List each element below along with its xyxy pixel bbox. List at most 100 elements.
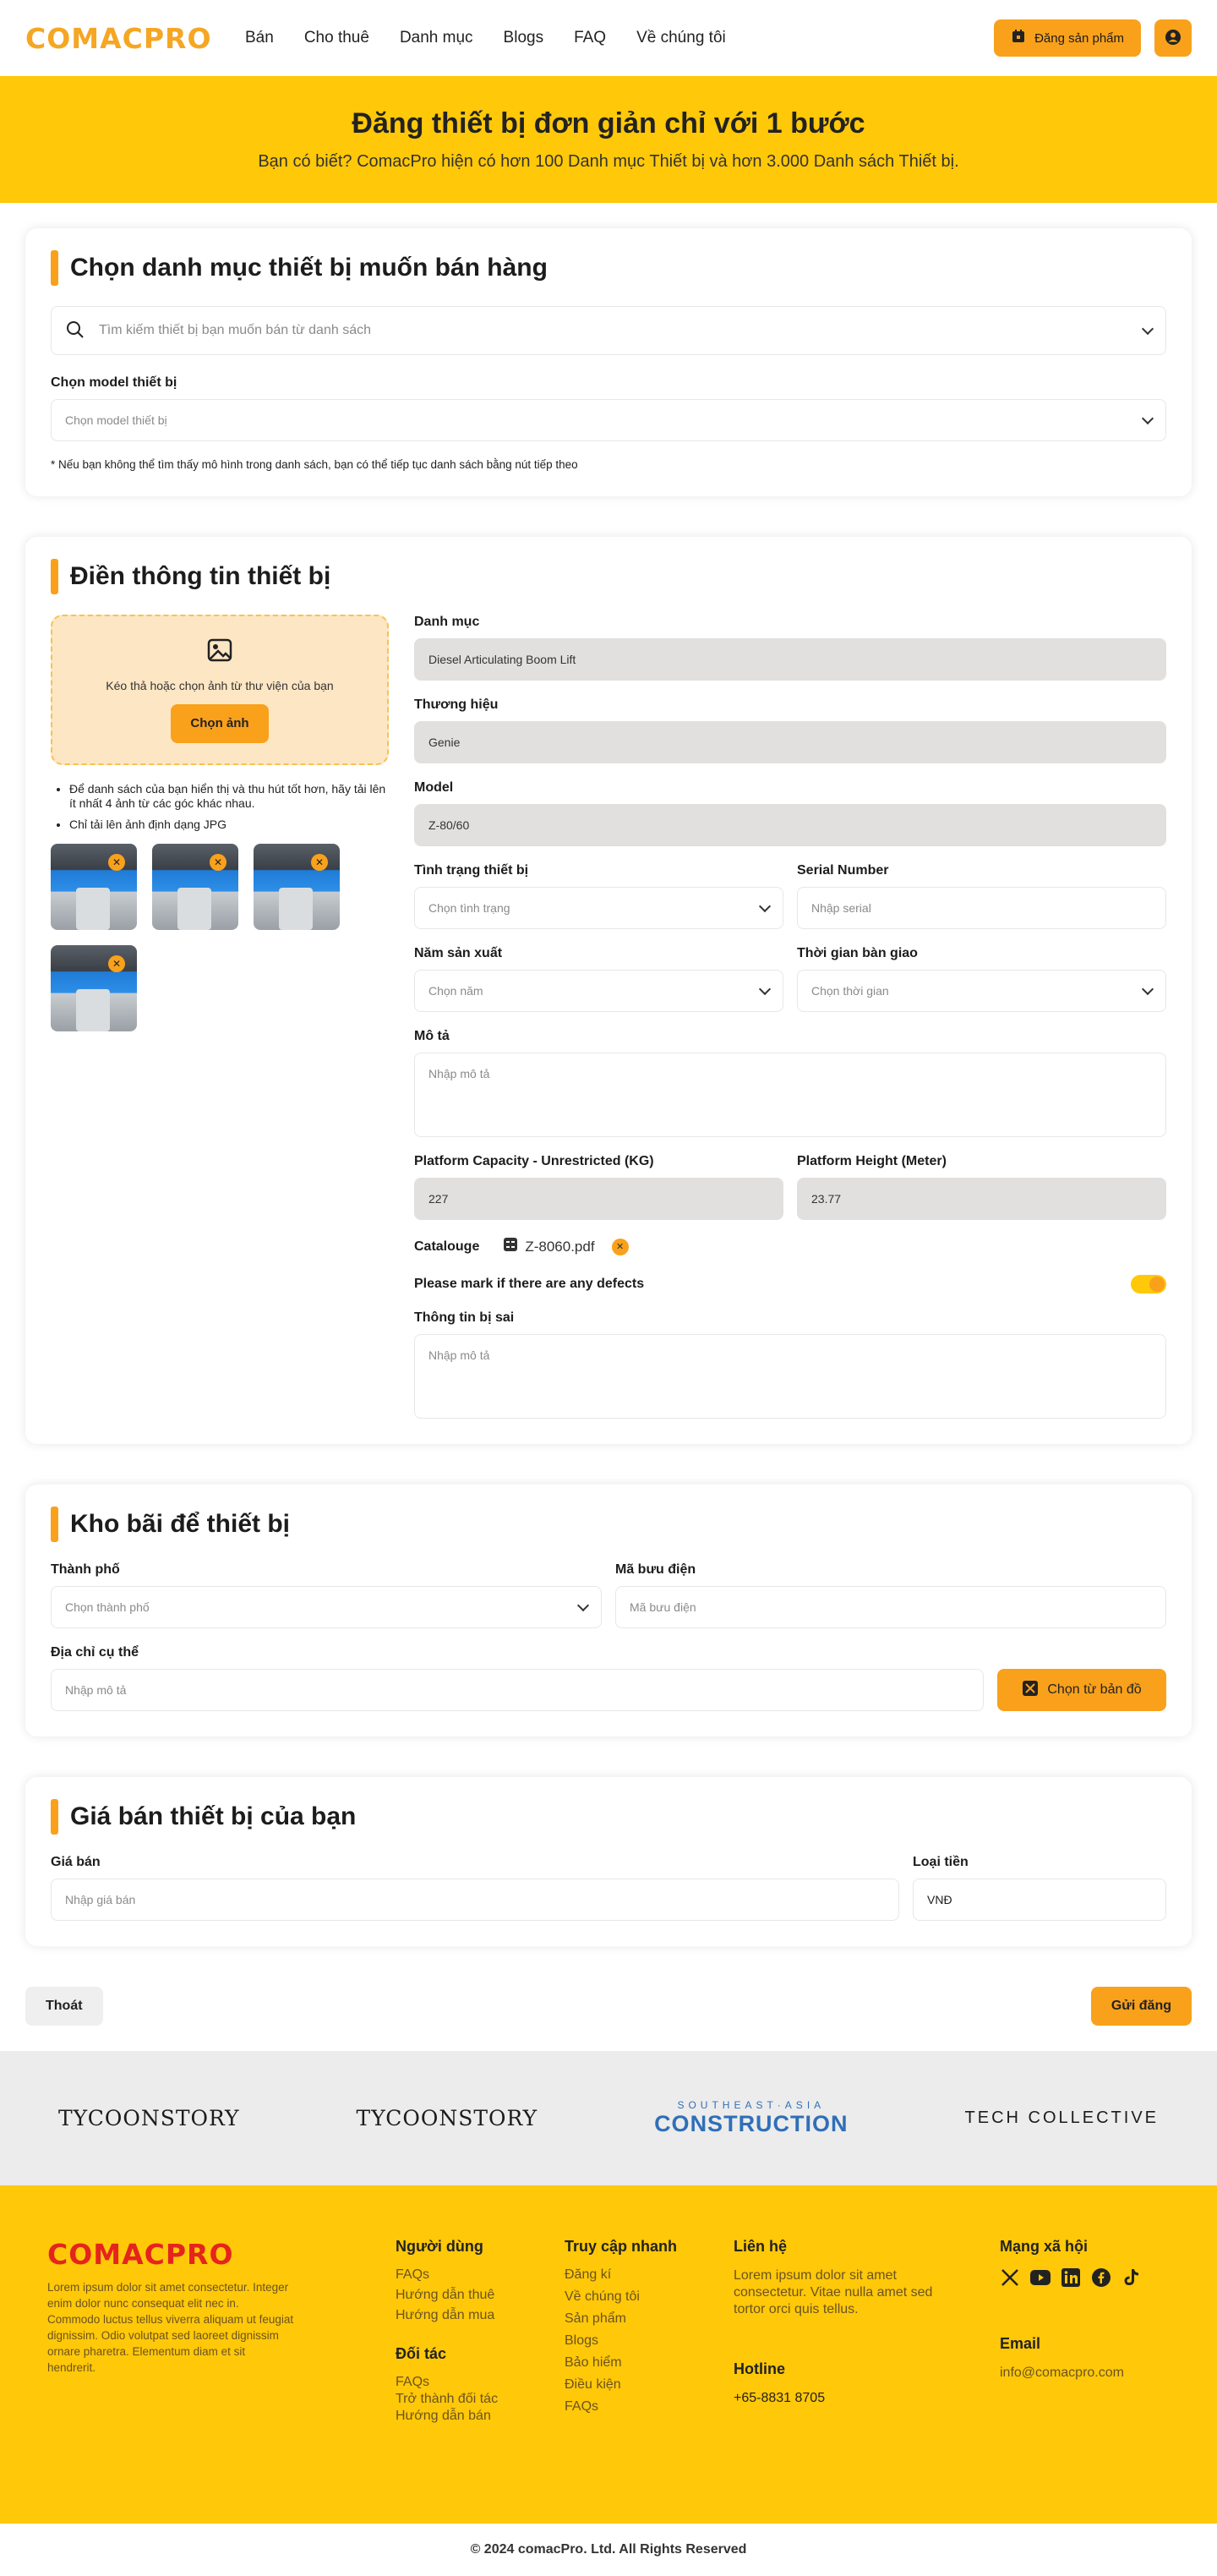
submit-button[interactable]: Gửi đăng bbox=[1090, 1987, 1192, 2026]
chevron-down-icon bbox=[1141, 412, 1154, 424]
footer-link[interactable]: Blogs bbox=[565, 2333, 734, 2349]
user-menu-button[interactable] bbox=[1154, 19, 1192, 57]
defects-toggle[interactable] bbox=[1131, 1275, 1166, 1293]
category-field-label: Danh mục bbox=[414, 615, 480, 629]
facebook-icon[interactable] bbox=[1091, 2267, 1111, 2288]
image-icon bbox=[207, 637, 232, 667]
category-section-header: Chọn danh mục thiết bị muốn bán hàng bbox=[51, 250, 1166, 286]
site-header: COMACPRO Bán Cho thuê Danh mục Blogs FAQ… bbox=[0, 0, 1217, 76]
handover-select[interactable]: Chọn thời gian bbox=[797, 970, 1166, 1012]
category-field: Diesel Articulating Boom Lift bbox=[414, 638, 1166, 681]
footer-email[interactable]: info@comacpro.com bbox=[1000, 2365, 1142, 2382]
remove-photo-icon[interactable]: ✕ bbox=[210, 854, 226, 871]
choose-photo-button[interactable]: Chọn ảnh bbox=[171, 703, 269, 743]
post-product-button[interactable]: Đăng sản phẩm bbox=[994, 19, 1141, 57]
section-accent-bar bbox=[51, 250, 58, 286]
wrong-info-textarea[interactable]: Nhập mô tả bbox=[414, 1334, 1166, 1419]
equipment-search-input[interactable]: Tìm kiếm thiết bị bạn muốn bán từ danh s… bbox=[51, 306, 1166, 355]
footer-social-column: Mạng xã hội Email info@comacpro.com bbox=[1000, 2238, 1142, 2524]
condition-serial-row: Tình trạng thiết bị Chọn tình trạng Seri… bbox=[414, 863, 1166, 929]
footer-link[interactable]: FAQs bbox=[565, 2399, 734, 2415]
footer-link[interactable]: Hướng dẫn bán bbox=[396, 2409, 565, 2424]
serial-input[interactable]: Nhập serial bbox=[797, 887, 1166, 929]
remove-photo-icon[interactable]: ✕ bbox=[108, 955, 125, 972]
exit-button[interactable]: Thoát bbox=[25, 1987, 103, 2026]
description-textarea[interactable]: Nhập mô tả bbox=[414, 1053, 1166, 1137]
city-select[interactable]: Chọn thành phố bbox=[51, 1586, 602, 1628]
remove-photo-icon[interactable]: ✕ bbox=[311, 854, 328, 871]
footer-link[interactable]: Điều kiện bbox=[565, 2377, 734, 2393]
form-actions: Thoát Gửi đăng bbox=[25, 1987, 1192, 2026]
photo-thumbnail[interactable]: ✕ bbox=[51, 945, 137, 1031]
remove-photo-icon[interactable]: ✕ bbox=[108, 854, 125, 871]
footer-link[interactable]: Đăng kí bbox=[565, 2267, 734, 2283]
linkedin-icon[interactable] bbox=[1061, 2267, 1081, 2288]
footer-link[interactable]: Về chúng tôi bbox=[565, 2289, 734, 2305]
user-icon bbox=[1165, 29, 1182, 48]
footer-link[interactable]: FAQs bbox=[396, 2375, 565, 2390]
youtube-icon[interactable] bbox=[1030, 2267, 1051, 2288]
nav-about[interactable]: Về chúng tôi bbox=[636, 29, 726, 47]
footer-logo[interactable]: COMACPRO bbox=[47, 2238, 396, 2271]
nav-sell[interactable]: Bán bbox=[245, 29, 274, 47]
chevron-down-icon bbox=[758, 982, 772, 995]
model-select-label: Chọn model thiết bị bbox=[51, 375, 177, 390]
catalogue-file[interactable]: Z-8060.pdf ✕ bbox=[503, 1237, 629, 1256]
footer-link[interactable]: Hướng dẫn thuê bbox=[396, 2288, 565, 2303]
equipment-fields: Danh mục Diesel Articulating Boom Lift T… bbox=[414, 615, 1166, 1419]
photo-thumbnail[interactable]: ✕ bbox=[254, 844, 340, 930]
category-section: Chọn danh mục thiết bị muốn bán hàng Tìm… bbox=[25, 228, 1192, 496]
chevron-down-icon bbox=[758, 900, 772, 912]
nav-blogs[interactable]: Blogs bbox=[504, 29, 544, 47]
price-input[interactable]: Nhập giá bán bbox=[51, 1879, 899, 1921]
footer-link[interactable]: Trở thành đối tác bbox=[396, 2392, 565, 2407]
photo-dropzone[interactable]: Kéo thả hoặc chọn ảnh từ thư viện của bạ… bbox=[51, 615, 389, 765]
model-field-label: Model bbox=[414, 780, 454, 795]
footer-email-title: Email bbox=[1000, 2335, 1041, 2352]
x-twitter-icon[interactable] bbox=[1000, 2267, 1020, 2288]
nav-categories[interactable]: Danh mục bbox=[400, 29, 473, 47]
footer-link[interactable]: Sản phẩm bbox=[565, 2311, 734, 2327]
sea-logo-bottom: CONSTRUCTION bbox=[654, 2111, 849, 2136]
year-select[interactable]: Chọn năm bbox=[414, 970, 783, 1012]
footer-quick-title: Truy cập nhanh bbox=[565, 2238, 678, 2255]
thumbnail-image bbox=[76, 888, 110, 930]
condition-select[interactable]: Chọn tình trạng bbox=[414, 887, 783, 929]
currency-select[interactable]: VNĐ bbox=[913, 1879, 1166, 1921]
nav-faq[interactable]: FAQ bbox=[574, 29, 606, 47]
model-select[interactable]: Chọn model thiết bị bbox=[51, 399, 1166, 441]
remove-file-icon[interactable]: ✕ bbox=[611, 1238, 629, 1255]
post-product-label: Đăng sản phẩm bbox=[1034, 30, 1124, 46]
partner-logo-tycoonstory: TYCOONSTORY bbox=[57, 2106, 240, 2130]
price-section: Giá bán thiết bị của bạn Giá bán Nhập gi… bbox=[25, 1777, 1192, 1946]
address-input[interactable]: Nhập mô tả bbox=[51, 1669, 984, 1711]
social-icons bbox=[1000, 2267, 1142, 2288]
photo-thumbnail[interactable]: ✕ bbox=[51, 844, 137, 930]
details-section-header: Điền thông tin thiết bị bbox=[51, 559, 1166, 594]
choose-from-map-button[interactable]: Chọn từ bản đồ bbox=[997, 1669, 1166, 1711]
tiktok-icon[interactable] bbox=[1121, 2267, 1142, 2288]
logo[interactable]: COMACPRO bbox=[25, 22, 245, 55]
height-field: 23.77 bbox=[797, 1178, 1166, 1220]
chevron-down-icon bbox=[1141, 322, 1154, 335]
hero-title: Đăng thiết bị đơn giản chỉ với 1 bước bbox=[352, 107, 865, 139]
footer-contact-title: Liên hệ bbox=[734, 2238, 788, 2255]
details-section-title: Điền thông tin thiết bị bbox=[70, 562, 331, 590]
wrong-info-label: Thông tin bị sai bbox=[414, 1310, 515, 1325]
zip-label: Mã bưu điện bbox=[615, 1562, 696, 1577]
currency-label: Loại tiền bbox=[913, 1855, 969, 1869]
address-row: Nhập mô tả Chọn từ bản đồ bbox=[51, 1669, 1166, 1711]
nav-rent[interactable]: Cho thuê bbox=[304, 29, 369, 47]
footer-link[interactable]: FAQs bbox=[396, 2267, 565, 2283]
brand-field: Genie bbox=[414, 721, 1166, 763]
photo-thumbnail[interactable]: ✕ bbox=[152, 844, 238, 930]
chevron-down-icon bbox=[576, 1599, 590, 1611]
section-accent-bar bbox=[51, 559, 58, 594]
section-accent-bar bbox=[51, 1507, 58, 1542]
footer-hotline[interactable]: +65-8831 8705 bbox=[734, 2390, 1000, 2407]
thumbnail-image bbox=[279, 888, 313, 930]
zip-input[interactable]: Mã bưu điện bbox=[615, 1586, 1166, 1628]
footer-link[interactable]: Bảo hiểm bbox=[565, 2355, 734, 2371]
footer-link[interactable]: Hướng dẫn mua bbox=[396, 2308, 565, 2323]
catalogue-label: Catalouge bbox=[414, 1239, 480, 1254]
